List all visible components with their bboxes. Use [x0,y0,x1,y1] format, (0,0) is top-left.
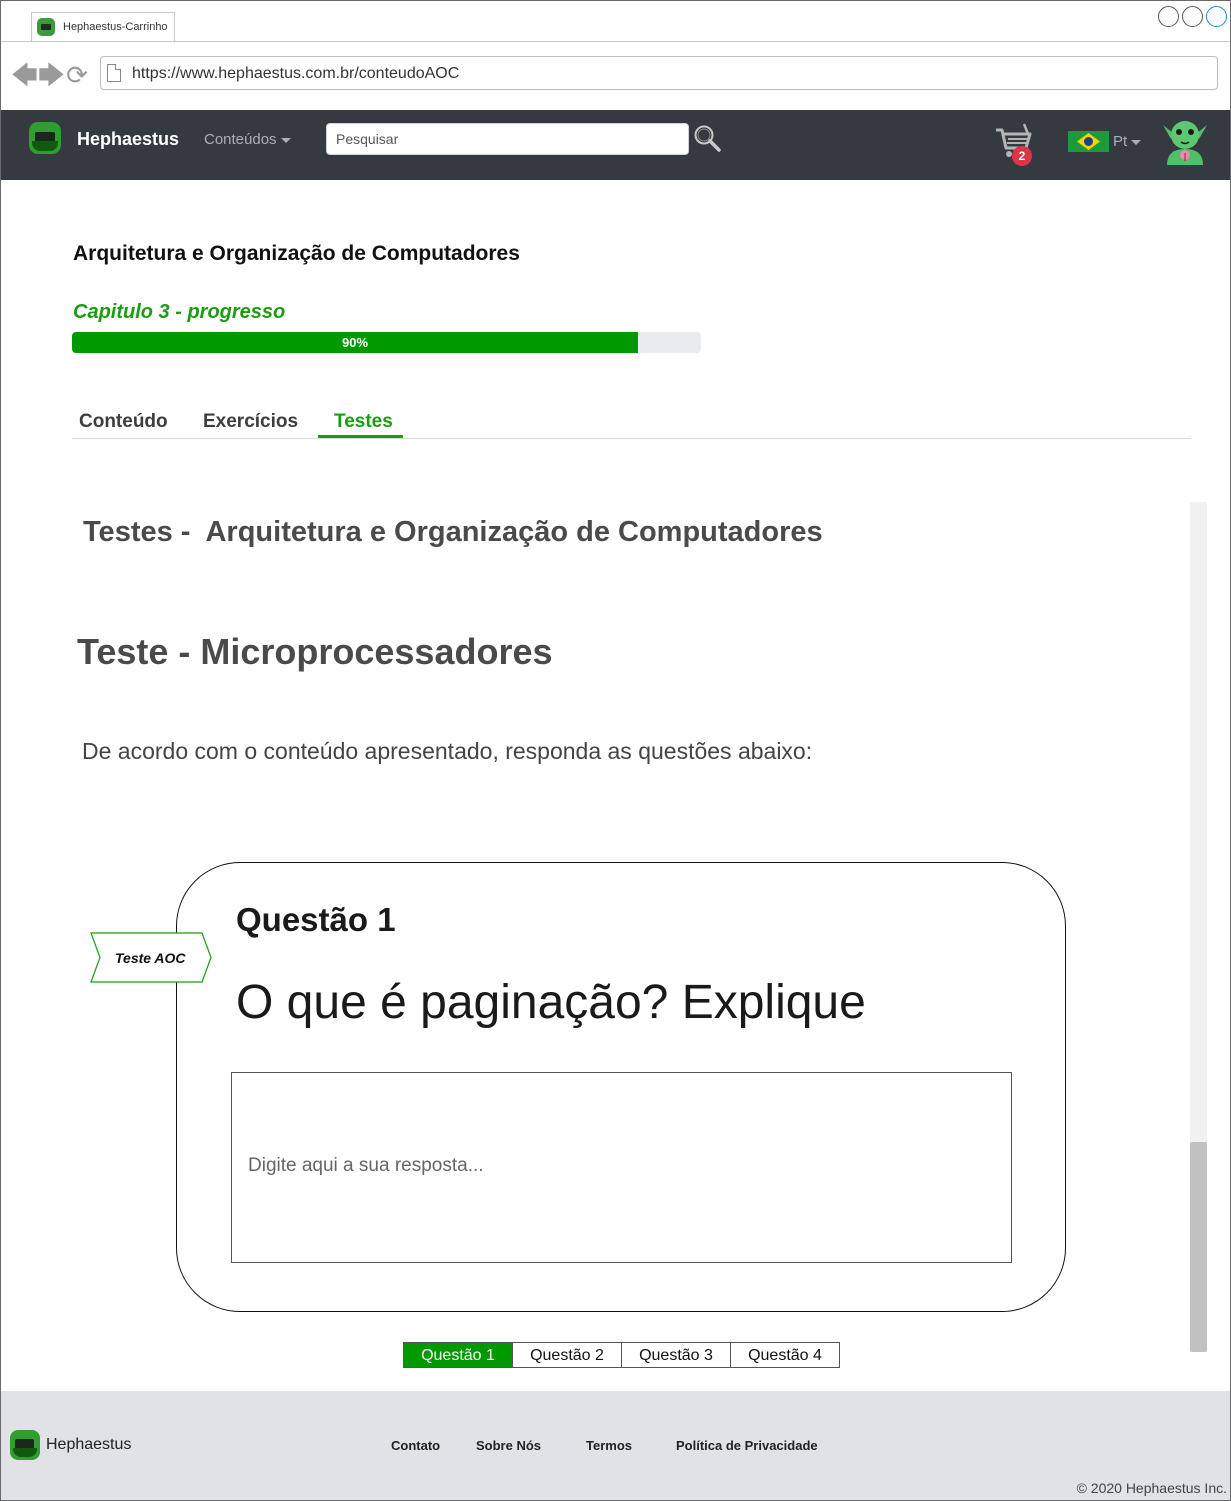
progress-bar-fill: 90% [72,332,639,353]
search-icon[interactable] [693,124,721,152]
forward-arrow-icon[interactable]: 🡆 [38,62,65,88]
pagination-question-3[interactable]: Questão 3 [621,1343,730,1367]
test-instructions: De acordo com o conteúdo apresentado, re… [82,738,813,764]
pagination-question-1[interactable]: Questão 1 [404,1343,512,1367]
question-pagination: Questão 1 Questão 2 Questão 3 Questão 4 [403,1342,840,1368]
footer-link-privacidade[interactable]: Política de Privacidade [676,1438,818,1453]
content-tabs: Conteúdo Exercícios Testes [72,402,1191,439]
pagination-question-2[interactable]: Questão 2 [512,1343,621,1367]
tests-section-title: Testes - Arquitetura e Organização de Co… [83,516,823,548]
favicon-icon [37,18,55,36]
maximize-button[interactable] [1182,6,1203,27]
page-footer: Hephaestus Contato Sobre Nós Termos Polí… [1,1391,1230,1500]
tab-testes[interactable]: Testes [334,411,393,433]
cart-count-badge: 2 [1012,146,1032,166]
browser-nav-buttons: 🡄 🡆 ⟳ [11,62,89,88]
footer-link-sobre-nos[interactable]: Sobre Nós [476,1438,541,1453]
scrollbar-thumb[interactable] [1190,1142,1207,1352]
question-number: Questão 1 [236,901,396,938]
footer-link-contato[interactable]: Contato [391,1438,440,1453]
url-field[interactable]: https://www.hephaestus.com.br/conteudoAO… [100,56,1218,90]
brand-name[interactable]: Hephaestus [77,129,179,150]
brazil-flag-icon[interactable] [1068,131,1109,152]
copyright-text: © 2020 Hephaestus Inc. [1076,1480,1227,1496]
progress-bar: 90% [72,332,701,353]
browser-tab[interactable]: Hephaestus-Carrinho [31,12,175,41]
language-label: Pt [1113,133,1128,150]
app-navbar: Hephaestus Conteúdos 2 Pt [1,110,1230,180]
course-title: Arquitetura e Organização de Computadore… [73,242,520,265]
window-controls [1158,6,1227,27]
search-input[interactable] [326,123,689,155]
minimize-button[interactable] [1158,6,1179,27]
ribbon-label: Teste AOC [115,950,186,966]
language-selector[interactable]: Pt [1113,133,1142,150]
tab-conteudo[interactable]: Conteúdo [79,411,168,433]
logo-icon[interactable] [29,122,61,154]
user-avatar-icon[interactable] [1161,115,1209,167]
pagination-question-4[interactable]: Questão 4 [730,1343,839,1367]
chevron-down-icon [280,137,291,143]
chapter-progress-label: Capitulo 3 - progresso [73,301,286,323]
url-text[interactable]: https://www.hephaestus.com.br/conteudoAO… [132,65,459,83]
reload-icon[interactable]: ⟳ [65,62,89,88]
footer-logo-icon[interactable] [10,1430,40,1460]
test-title: Teste - Microprocessadores [77,631,553,672]
browser-tab-bar: Hephaestus-Carrinho [1,1,1230,42]
page-icon [107,64,121,82]
back-arrow-icon[interactable]: 🡄 [11,62,38,88]
answer-textarea[interactable] [231,1072,1012,1263]
footer-link-termos[interactable]: Termos [586,1438,632,1453]
footer-brand[interactable]: Hephaestus [46,1436,131,1454]
address-bar-row: 🡄 🡆 ⟳ https://www.hephaestus.com.br/cont… [1,42,1230,110]
close-button[interactable] [1206,6,1227,27]
contents-dropdown[interactable]: Conteúdos [204,131,291,148]
chevron-down-icon [1131,139,1142,145]
tab-exercicios[interactable]: Exercícios [203,411,298,433]
question-text: O que é paginação? Explique [236,976,866,1029]
active-tab-indicator [318,435,403,438]
contents-dropdown-label: Conteúdos [204,131,277,148]
browser-tab-title: Hephaestus-Carrinho [63,21,168,33]
